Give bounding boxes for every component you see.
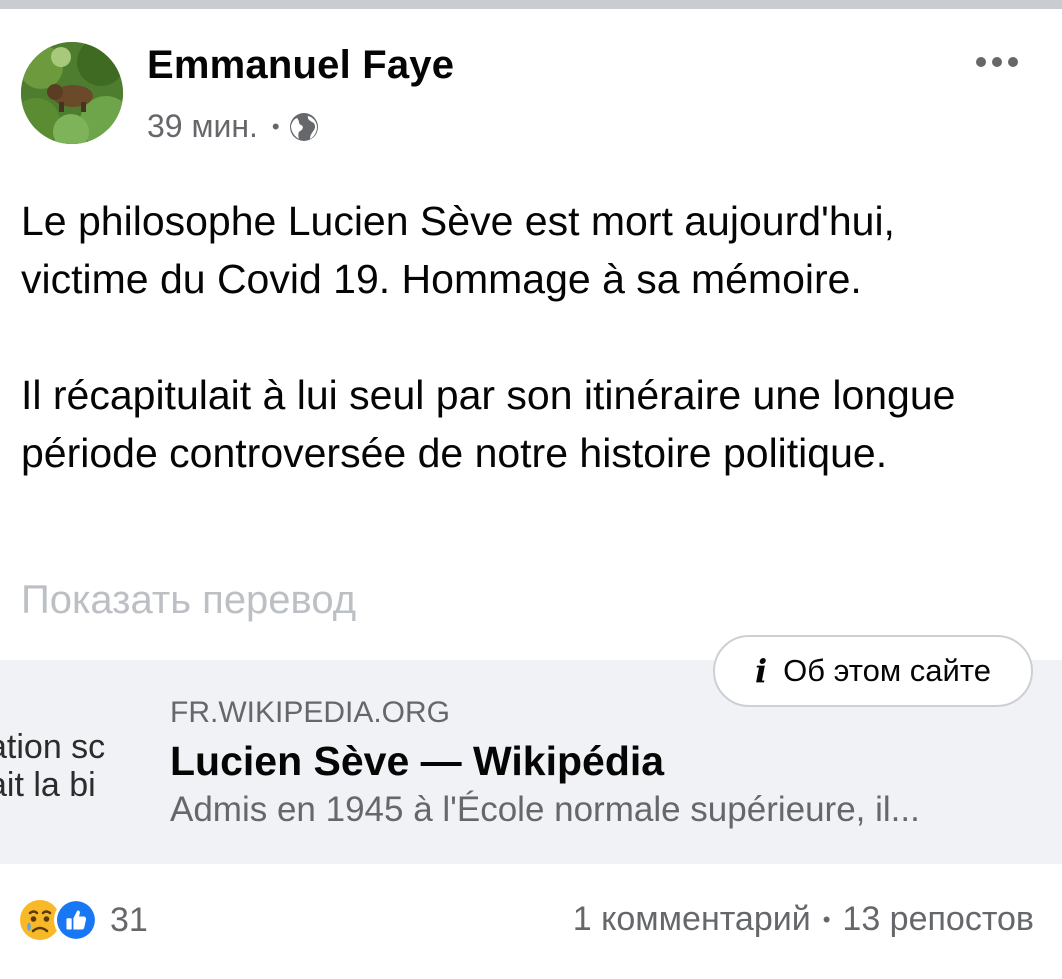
author-name[interactable]: Emmanuel Faye xyxy=(147,43,454,88)
avatar-photo xyxy=(21,42,123,144)
show-translation-link[interactable]: Показать перевод xyxy=(21,578,356,623)
engagement-summary: 1 комментарий • 13 репостов xyxy=(573,900,1034,939)
post-paragraph-1: Le philosophe Lucien Sève est mort aujou… xyxy=(21,198,895,302)
link-description: Admis en 1945 à l'École normale supérieu… xyxy=(170,790,920,829)
post-time[interactable]: 39 мин. xyxy=(147,108,258,145)
comments-count-link[interactable]: 1 комментарий xyxy=(573,900,811,939)
thumbnail-text-line-2: ait la bi xyxy=(0,766,96,804)
about-this-site-label: Об этом сайте xyxy=(783,653,991,688)
shares-count-link[interactable]: 13 репостов xyxy=(842,900,1034,939)
post-paragraph-2: Il récapitulait à lui seul par son itiné… xyxy=(21,372,956,476)
engagement-separator: • xyxy=(822,906,831,932)
link-title[interactable]: Lucien Sève — Wikipédia xyxy=(170,738,664,785)
post-meta: 39 мин. • xyxy=(147,108,320,145)
globe-icon xyxy=(289,112,318,141)
more-options-icon[interactable] xyxy=(974,50,1020,74)
info-icon: i xyxy=(755,652,768,690)
thumbnail-text-line-1: ation sc xyxy=(0,728,106,766)
author-avatar[interactable] xyxy=(21,42,123,144)
link-thumbnail[interactable]: ation sc ait la bi xyxy=(0,660,148,864)
top-divider xyxy=(0,0,1062,9)
reactions-summary[interactable]: 31 xyxy=(18,898,148,942)
like-reaction-icon xyxy=(54,898,98,942)
link-domain: FR.WIKIPEDIA.ORG xyxy=(170,696,451,729)
post-text: Le philosophe Lucien Sève est mort aujou… xyxy=(21,192,1031,482)
meta-separator: • xyxy=(271,113,280,139)
about-this-site-button[interactable]: i Об этом сайте xyxy=(713,635,1033,707)
reaction-count: 31 xyxy=(110,900,148,939)
